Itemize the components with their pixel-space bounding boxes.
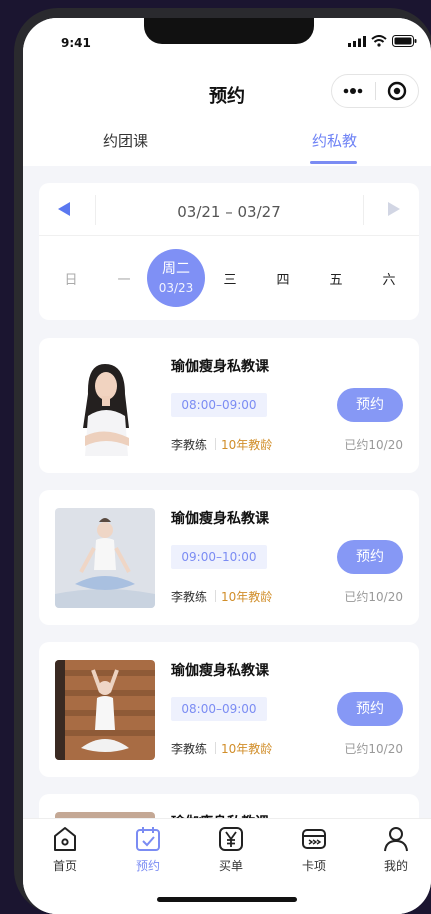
coach-photo	[55, 356, 155, 456]
coach-photo-image	[55, 508, 155, 608]
coach-experience: 10年教龄	[221, 590, 273, 604]
more-button[interactable]	[332, 75, 375, 107]
status-time: 9:41	[61, 36, 91, 50]
coach-experience: 10年教龄	[221, 742, 273, 756]
time-slot: 08:00–09:00	[171, 697, 267, 721]
coach-photo	[55, 508, 155, 608]
time-slot: 08:00–09:00	[171, 393, 267, 417]
notch	[144, 18, 314, 44]
signal-icon	[348, 35, 366, 47]
yen-icon	[201, 825, 261, 855]
course-card[interactable]: 瑜伽瘦身私教课 08:00–09:00 李教练 10年教龄 预约 已约10/20	[39, 642, 419, 777]
book-button[interactable]: 预约	[337, 692, 403, 726]
close-miniprogram-button[interactable]	[376, 75, 419, 107]
next-week-button[interactable]	[387, 201, 401, 221]
home-icon	[35, 825, 95, 855]
tabbar-label: 买单	[218, 859, 243, 873]
status-icons	[348, 35, 417, 47]
mini-program-capsule	[331, 74, 419, 108]
course-name: 瑜伽瘦身私教课	[171, 359, 269, 375]
card-icon	[284, 825, 344, 855]
home-indicator	[157, 897, 297, 902]
calendar-check-icon	[118, 825, 178, 855]
course-card[interactable]: 瑜伽瘦身私教课 09:00–10:00 李教练 10年教龄 预约 已约10/20	[39, 490, 419, 625]
bottom-tab-bar: 首页 预约 买单 卡项 我的	[23, 818, 431, 914]
tab-private-class[interactable]: 约私教	[312, 130, 357, 151]
coach-name: 李教练	[171, 438, 208, 452]
triangle-right-icon	[388, 202, 400, 216]
tabbar-label: 卡项	[301, 859, 326, 873]
tab-group-class[interactable]: 约团课	[103, 130, 148, 151]
app-screen: 9:41 预约 约团课 约私教 03/21 – 03/27 日 一 周二 03/…	[23, 18, 431, 914]
book-button[interactable]: 预约	[337, 388, 403, 422]
user-icon	[366, 825, 426, 855]
wifi-icon	[371, 35, 387, 47]
course-type-tabs: 约团课 约私教	[23, 118, 431, 166]
active-tab-underline	[310, 161, 357, 164]
day-tue-selected[interactable]: 周二 03/23	[147, 249, 205, 307]
selected-weekday: 周二	[162, 261, 190, 277]
divider	[215, 438, 216, 450]
coach-photo-image	[55, 356, 155, 456]
tabbar-label: 首页	[52, 859, 77, 873]
day-sun[interactable]: 日	[51, 269, 91, 288]
booked-count: 已约10/20	[344, 742, 403, 756]
nav-bar: 预约	[23, 68, 431, 118]
more-dots-icon	[343, 88, 363, 94]
week-range: 03/21 – 03/27	[177, 203, 281, 221]
day-sat[interactable]: 六	[369, 269, 409, 288]
booked-count: 已约10/20	[344, 590, 403, 604]
course-name: 瑜伽瘦身私教课	[171, 663, 269, 679]
course-name: 瑜伽瘦身私教课	[171, 511, 269, 527]
day-wed[interactable]: 三	[210, 269, 250, 288]
day-fri[interactable]: 五	[316, 269, 356, 288]
coach-photo	[55, 660, 155, 760]
tabbar-item-cards[interactable]: 卡项	[284, 825, 344, 874]
selected-date: 03/23	[158, 281, 194, 295]
divider	[215, 590, 216, 602]
date-picker-card: 03/21 – 03/27 日 一 周二 03/23 三 四 五 六	[39, 183, 419, 320]
day-thu[interactable]: 四	[263, 269, 303, 288]
divider	[39, 235, 419, 236]
coach-name: 李教练	[171, 742, 208, 756]
battery-icon	[392, 35, 417, 47]
coach-name: 李教练	[171, 590, 208, 604]
day-mon[interactable]: 一	[104, 269, 144, 288]
tabbar-label: 预约	[135, 859, 160, 873]
divider	[363, 195, 364, 225]
course-card[interactable]: 瑜伽瘦身私教课 08:00–09:00 李教练 10年教龄 预约 已约10/20	[39, 338, 419, 473]
tabbar-item-home[interactable]: 首页	[35, 825, 95, 874]
target-close-icon	[387, 81, 406, 101]
tabbar-item-booking[interactable]: 预约	[118, 825, 178, 874]
booked-count: 已约10/20	[344, 438, 403, 452]
time-slot: 09:00–10:00	[171, 545, 267, 569]
divider	[215, 742, 216, 754]
book-button[interactable]: 预约	[337, 540, 403, 574]
tabbar-label: 我的	[383, 859, 408, 873]
coach-photo-image	[55, 660, 155, 760]
coach-experience: 10年教龄	[221, 438, 273, 452]
tabbar-item-pay[interactable]: 买单	[201, 825, 261, 874]
tabbar-item-mine[interactable]: 我的	[366, 825, 426, 874]
